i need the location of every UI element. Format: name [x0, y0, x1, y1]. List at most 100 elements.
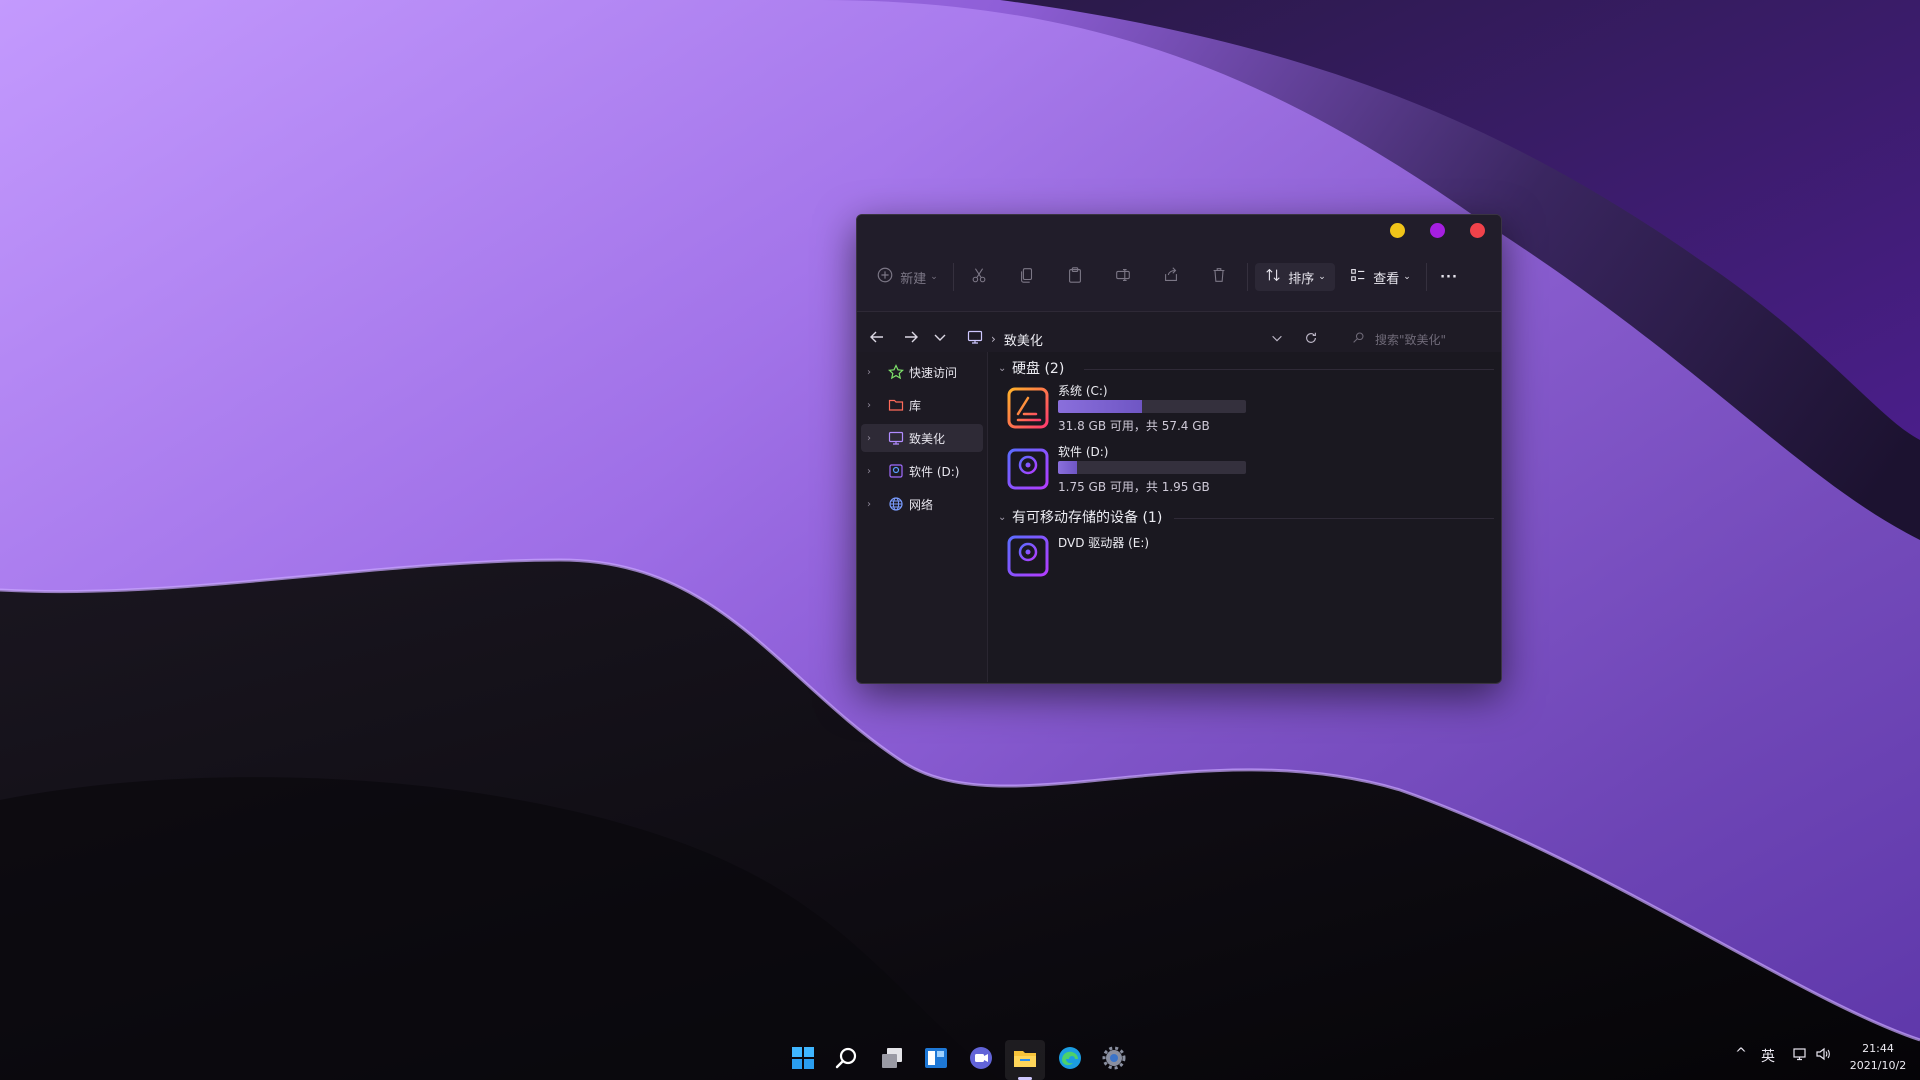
toolbar-divider	[1247, 263, 1248, 291]
search-button[interactable]	[827, 1040, 867, 1080]
paste-button[interactable]	[1061, 263, 1089, 291]
network-status-button[interactable]	[1790, 1046, 1810, 1066]
clock-time: 21:44	[1862, 1042, 1894, 1055]
disk-drive-icon	[1006, 447, 1050, 491]
task-view-button[interactable]	[872, 1040, 912, 1080]
forward-button[interactable]	[899, 328, 923, 350]
file-explorer-window: 新建 ⌄ 排序 ⌄ 查看 ⌄ ··· › 致美化 搜索"致美化" › 快速访问 …	[856, 214, 1502, 684]
rename-icon	[1114, 266, 1132, 288]
close-button[interactable]	[1470, 223, 1485, 238]
edge-button[interactable]	[1050, 1040, 1090, 1080]
breadcrumb-item[interactable]: 致美化	[1004, 330, 1043, 349]
drive-icon	[887, 462, 905, 480]
chevron-right-icon[interactable]: ›	[867, 466, 881, 477]
search-input[interactable]: 搜索"致美化"	[1346, 326, 1490, 352]
chevron-right-icon[interactable]: ›	[867, 400, 881, 411]
minimize-button[interactable]	[1390, 223, 1405, 238]
refresh-button[interactable]	[1300, 328, 1322, 350]
divider	[1084, 369, 1494, 370]
drive-item-e[interactable]: DVD 驱动器 (E:)	[1006, 530, 1236, 582]
view-button[interactable]: 查看 ⌄	[1347, 263, 1413, 291]
view-button-label: 查看	[1373, 271, 1400, 287]
rename-button[interactable]	[1109, 263, 1137, 291]
cut-icon	[970, 266, 988, 288]
arrow-right-icon	[903, 329, 919, 349]
new-button-label: 新建	[900, 271, 927, 287]
file-explorer-taskbar-button[interactable]	[1005, 1040, 1045, 1080]
drive-usage-fill	[1058, 461, 1078, 474]
recent-locations-button[interactable]	[928, 328, 952, 350]
refresh-icon	[1304, 330, 1318, 349]
input-method-indicator[interactable]: 英	[1758, 1046, 1778, 1066]
more-options-button[interactable]: ···	[1433, 263, 1465, 291]
command-bar: 新建 ⌄ 排序 ⌄ 查看 ⌄ ···	[857, 243, 1501, 312]
start-button[interactable]	[783, 1040, 823, 1080]
sort-button-label: 排序	[1288, 271, 1315, 287]
settings-button[interactable]	[1094, 1040, 1134, 1080]
chevron-down-icon: ⌄	[930, 272, 938, 282]
title-bar[interactable]	[857, 215, 1501, 243]
sidebar-item-drive-d[interactable]: › 软件 (D:)	[861, 457, 983, 485]
chevron-down-icon: ⌄	[998, 511, 1007, 523]
search-placeholder: 搜索"致美化"	[1375, 332, 1447, 347]
sort-button[interactable]: 排序 ⌄	[1255, 263, 1335, 291]
chevron-down-icon	[1270, 330, 1284, 349]
dvd-drive-icon	[1006, 534, 1050, 578]
sidebar-item-quick-access[interactable]: › 快速访问	[861, 358, 983, 386]
add-circle-icon	[876, 266, 894, 288]
share-button[interactable]	[1157, 263, 1185, 291]
copy-button[interactable]	[1013, 263, 1041, 291]
system-clock[interactable]: 21:44 2021/10/2	[1840, 1040, 1916, 1074]
cut-button[interactable]	[965, 263, 993, 291]
drive-name: 软件 (D:)	[1058, 445, 1109, 459]
search-icon	[834, 1045, 860, 1075]
drive-name: DVD 驱动器 (E:)	[1058, 536, 1150, 550]
breadcrumb-separator: ›	[991, 332, 996, 346]
chat-button[interactable]	[961, 1040, 1001, 1080]
navigation-pane: › 快速访问 › 库 › 致美化 › 软件 (D:) › 网络	[857, 352, 988, 682]
sort-icon	[1264, 266, 1282, 288]
volume-button[interactable]	[1813, 1046, 1833, 1066]
task-view-icon	[879, 1045, 905, 1075]
sidebar-item-network[interactable]: › 网络	[861, 490, 983, 518]
delete-icon	[1210, 266, 1228, 288]
chevron-right-icon[interactable]: ›	[867, 433, 881, 444]
drive-space-info: 1.75 GB 可用，共 1.95 GB	[1058, 480, 1210, 494]
sidebar-item-this-pc[interactable]: › 致美化	[861, 424, 983, 452]
network-icon	[1792, 1046, 1808, 1066]
new-button[interactable]: 新建 ⌄	[873, 263, 941, 291]
chevron-down-icon: ⌄	[998, 362, 1007, 374]
chevron-down-icon: ⌄	[1403, 272, 1411, 282]
delete-button[interactable]	[1205, 263, 1233, 291]
copy-icon	[1018, 266, 1036, 288]
sidebar-item-label: 软件 (D:)	[909, 464, 960, 479]
group-header-removable[interactable]: ⌄ 有可移动存储的设备 (1)	[998, 507, 1162, 527]
group-title: 硬盘 (2)	[1012, 361, 1065, 377]
chevron-right-icon[interactable]: ›	[867, 499, 881, 510]
chevron-right-icon[interactable]: ›	[867, 367, 881, 378]
maximize-button[interactable]	[1430, 223, 1445, 238]
drive-usage-bar	[1058, 400, 1246, 413]
drive-item-c[interactable]: 系统 (C:) 31.8 GB 可用，共 57.4 GB	[1006, 382, 1246, 434]
address-history-button[interactable]	[1266, 328, 1288, 350]
start-icon	[790, 1045, 816, 1075]
show-hidden-icons-button[interactable]: ^	[1732, 1046, 1750, 1062]
breadcrumb[interactable]: › 致美化	[967, 329, 1043, 349]
group-header-hard-drives[interactable]: ⌄ 硬盘 (2)	[998, 358, 1064, 378]
back-button[interactable]	[865, 328, 889, 350]
widgets-button[interactable]	[916, 1040, 956, 1080]
star-icon	[887, 363, 905, 381]
sidebar-item-library[interactable]: › 库	[861, 391, 983, 419]
chevron-down-icon: ⌄	[1318, 272, 1326, 282]
clock-date: 2021/10/2	[1849, 1059, 1907, 1072]
sidebar-item-label: 快速访问	[909, 365, 958, 380]
drive-item-d[interactable]: 软件 (D:) 1.75 GB 可用，共 1.95 GB	[1006, 443, 1246, 495]
toolbar-divider	[1426, 263, 1427, 291]
system-drive-icon	[1006, 386, 1050, 430]
share-icon	[1162, 266, 1180, 288]
toolbar-divider	[953, 263, 954, 291]
search-icon	[1346, 331, 1375, 347]
computer-icon	[887, 429, 905, 447]
group-title: 有可移动存储的设备 (1)	[1012, 510, 1163, 526]
speaker-icon	[1815, 1046, 1831, 1066]
